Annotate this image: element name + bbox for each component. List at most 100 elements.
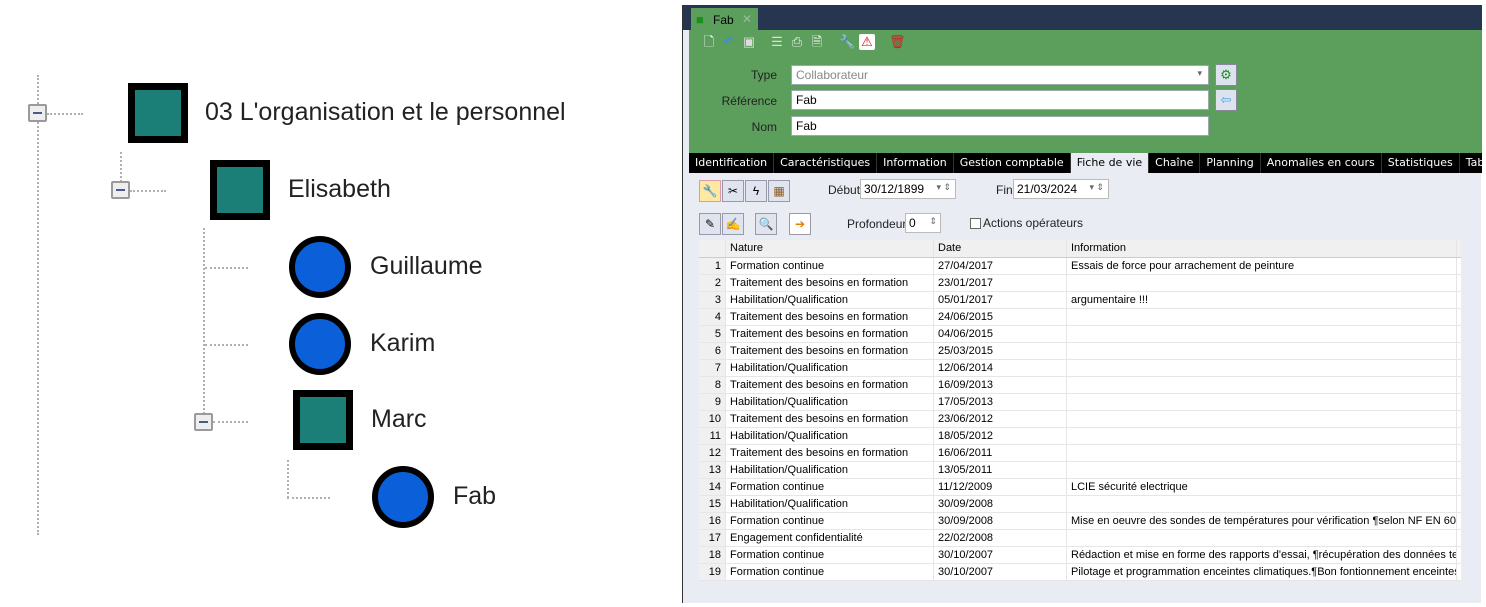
warning-icon[interactable]: ⚠ — [859, 34, 875, 50]
group-node-icon — [293, 390, 353, 450]
table-row[interactable]: 10 Traitement des besoins en formation 23/… — [699, 411, 1461, 428]
document-tab[interactable]: ■ Fab ✕ — [691, 8, 758, 31]
tab-0[interactable]: Identification — [689, 153, 775, 173]
row-number: 9 — [699, 394, 726, 410]
table-row[interactable]: 14 Formation continue 11/12/2009 LCIE sécur… — [699, 479, 1461, 496]
table-row[interactable]: 4 Traitement des besoins en formation 24/0… — [699, 309, 1461, 326]
nom-input[interactable]: Fab — [791, 116, 1209, 136]
preview-button[interactable]: 🔍 — [755, 213, 777, 235]
spinner-icon[interactable]: ▾ ⇕ — [1089, 182, 1104, 193]
table-row[interactable]: 12 Traitement des besoins en formation 16/… — [699, 445, 1461, 462]
table-row[interactable]: 18 Formation continue 30/10/2007 Rédaction … — [699, 547, 1461, 564]
import-icon[interactable]: ☰ — [769, 34, 785, 50]
table-row[interactable]: 17 Engagement confidentialité 22/02/2008 — [699, 530, 1461, 547]
column-header-information[interactable]: Information — [1067, 240, 1457, 257]
tools-icon[interactable]: 🔧 — [839, 34, 855, 50]
wrench-filter-button[interactable]: 🔧 — [699, 180, 721, 202]
tab-4[interactable]: Fiche de vie — [1070, 153, 1150, 173]
column-header-date[interactable]: Date — [934, 240, 1067, 257]
export-icon[interactable]: 🗎 — [809, 34, 825, 50]
type-settings-button[interactable]: ⚙ — [1215, 64, 1237, 86]
tab-1[interactable]: Caractéristiques — [774, 153, 878, 173]
tab-7[interactable]: Anomalies en cours — [1261, 153, 1382, 173]
tab-6[interactable]: Planning — [1200, 153, 1261, 173]
tree-node-label[interactable]: Karim — [370, 329, 435, 358]
export-button[interactable]: ➔ — [789, 213, 811, 235]
person-node-icon — [289, 313, 351, 375]
debut-date-input[interactable]: 30/12/1899 ▾ ⇕ — [860, 179, 956, 199]
row-number: 17 — [699, 530, 726, 546]
spinner-icon[interactable]: ▾ ⇕ — [936, 182, 951, 193]
fin-date-input[interactable]: 21/03/2024 ▾ ⇕ — [1013, 179, 1109, 199]
boxes-filter-button[interactable]: ▦ — [768, 180, 790, 202]
tab-8[interactable]: Statistiques — [1382, 153, 1460, 173]
collapse-toggle[interactable] — [194, 413, 213, 431]
table-row[interactable]: 7 Habilitation/Qualification 12/06/2014 — [699, 360, 1461, 377]
table-row[interactable]: 5 Traitement des besoins en formation 04/0… — [699, 326, 1461, 343]
row-number: 5 — [699, 326, 726, 342]
table-row[interactable]: 11 Habilitation/Qualification 18/05/2012 — [699, 428, 1461, 445]
row-number: 11 — [699, 428, 726, 444]
information-cell — [1067, 343, 1457, 359]
life-record-grid: Nature Date Information 1 Formation conti… — [699, 240, 1461, 581]
tree-node-label[interactable]: Elisabeth — [288, 175, 391, 204]
tree-node-label[interactable]: Marc — [371, 405, 427, 434]
date-cell: 30/10/2007 — [934, 547, 1067, 563]
edit-button[interactable]: ✎ — [699, 213, 721, 235]
new-doc-icon[interactable]: 🗋 — [701, 34, 717, 50]
collapse-toggle[interactable] — [111, 181, 130, 199]
table-row[interactable]: 8 Traitement des besoins en formation 16/0… — [699, 377, 1461, 394]
document-tab-label: Fab — [713, 13, 734, 27]
arrow-left-icon[interactable]: ⇦ — [1215, 89, 1237, 111]
tab-bar: Identification Caractéristiques Informatio… — [689, 153, 1486, 173]
tab-3[interactable]: Gestion comptable — [954, 153, 1071, 173]
date-cell: 05/01/2017 — [934, 292, 1067, 308]
reference-input[interactable]: Fab — [791, 90, 1209, 110]
spinner-icon[interactable]: ⇕ — [929, 216, 937, 227]
nature-cell: Traitement des besoins en formation — [726, 445, 934, 461]
table-row[interactable]: 13 Habilitation/Qualification 13/05/2011 — [699, 462, 1461, 479]
tab-5[interactable]: Chaîne — [1149, 153, 1201, 173]
table-row[interactable]: 19 Formation continue 30/10/2007 Pilotage e… — [699, 564, 1461, 581]
tree-node-label[interactable]: Guillaume — [370, 252, 483, 281]
table-row[interactable]: 9 Habilitation/Qualification 17/05/2013 — [699, 394, 1461, 411]
lightning-filter-button[interactable]: ϟ — [745, 180, 767, 202]
delete-icon[interactable]: 🗑 — [889, 34, 906, 50]
table-row[interactable]: 16 Formation continue 30/09/2008 Mise en oe… — [699, 513, 1461, 530]
tools-filter-button[interactable]: ✂ — [722, 180, 744, 202]
print-icon[interactable]: ⎙ — [789, 34, 805, 50]
collapse-toggle[interactable] — [28, 104, 47, 122]
date-cell: 22/02/2008 — [934, 530, 1067, 546]
column-header-nature[interactable]: Nature — [726, 240, 934, 257]
person-node-icon — [289, 236, 351, 298]
table-row[interactable]: 1 Formation continue 27/04/2017 Essais de f… — [699, 258, 1461, 275]
profondeur-input[interactable]: 0 ⇕ — [905, 213, 941, 233]
table-row[interactable]: 3 Habilitation/Qualification 05/01/2017 arg… — [699, 292, 1461, 309]
undo-icon[interactable]: ↶ — [721, 34, 737, 50]
tree-line — [130, 190, 166, 192]
edit-doc-button[interactable]: ✍ — [722, 213, 744, 235]
type-label: Type — [750, 68, 777, 82]
date-cell: 13/05/2011 — [934, 462, 1067, 478]
information-cell: Pilotage et programmation enceintes clim… — [1067, 564, 1457, 580]
tab-2[interactable]: Information — [877, 153, 954, 173]
date-cell: 24/06/2015 — [934, 309, 1067, 325]
save-icon[interactable]: ▣ — [741, 34, 757, 50]
actions-checkbox[interactable] — [970, 218, 981, 229]
nature-cell: Formation continue — [726, 479, 934, 495]
date-cell: 16/09/2013 — [934, 377, 1067, 393]
nature-cell: Habilitation/Qualification — [726, 292, 934, 308]
table-row[interactable]: 2 Traitement des besoins en formation 23/0… — [699, 275, 1461, 292]
tree-node-label[interactable]: 03 L'organisation et le personnel — [205, 98, 566, 127]
information-cell — [1067, 326, 1457, 342]
tab-9[interactable]: Tableau — [1460, 153, 1486, 173]
date-cell: 12/06/2014 — [934, 360, 1067, 376]
table-row[interactable]: 15 Habilitation/Qualification 30/09/2008 — [699, 496, 1461, 513]
information-cell: Rédaction et mise en forme des rapports … — [1067, 547, 1457, 563]
table-row[interactable]: 6 Traitement des besoins en formation 25/0… — [699, 343, 1461, 360]
tree-node-label[interactable]: Fab — [453, 482, 496, 511]
close-icon[interactable]: ✕ — [742, 12, 752, 26]
nature-cell: Engagement confidentialité — [726, 530, 934, 546]
information-cell — [1067, 496, 1457, 512]
type-select[interactable]: Collaborateur ▾ — [791, 65, 1209, 85]
